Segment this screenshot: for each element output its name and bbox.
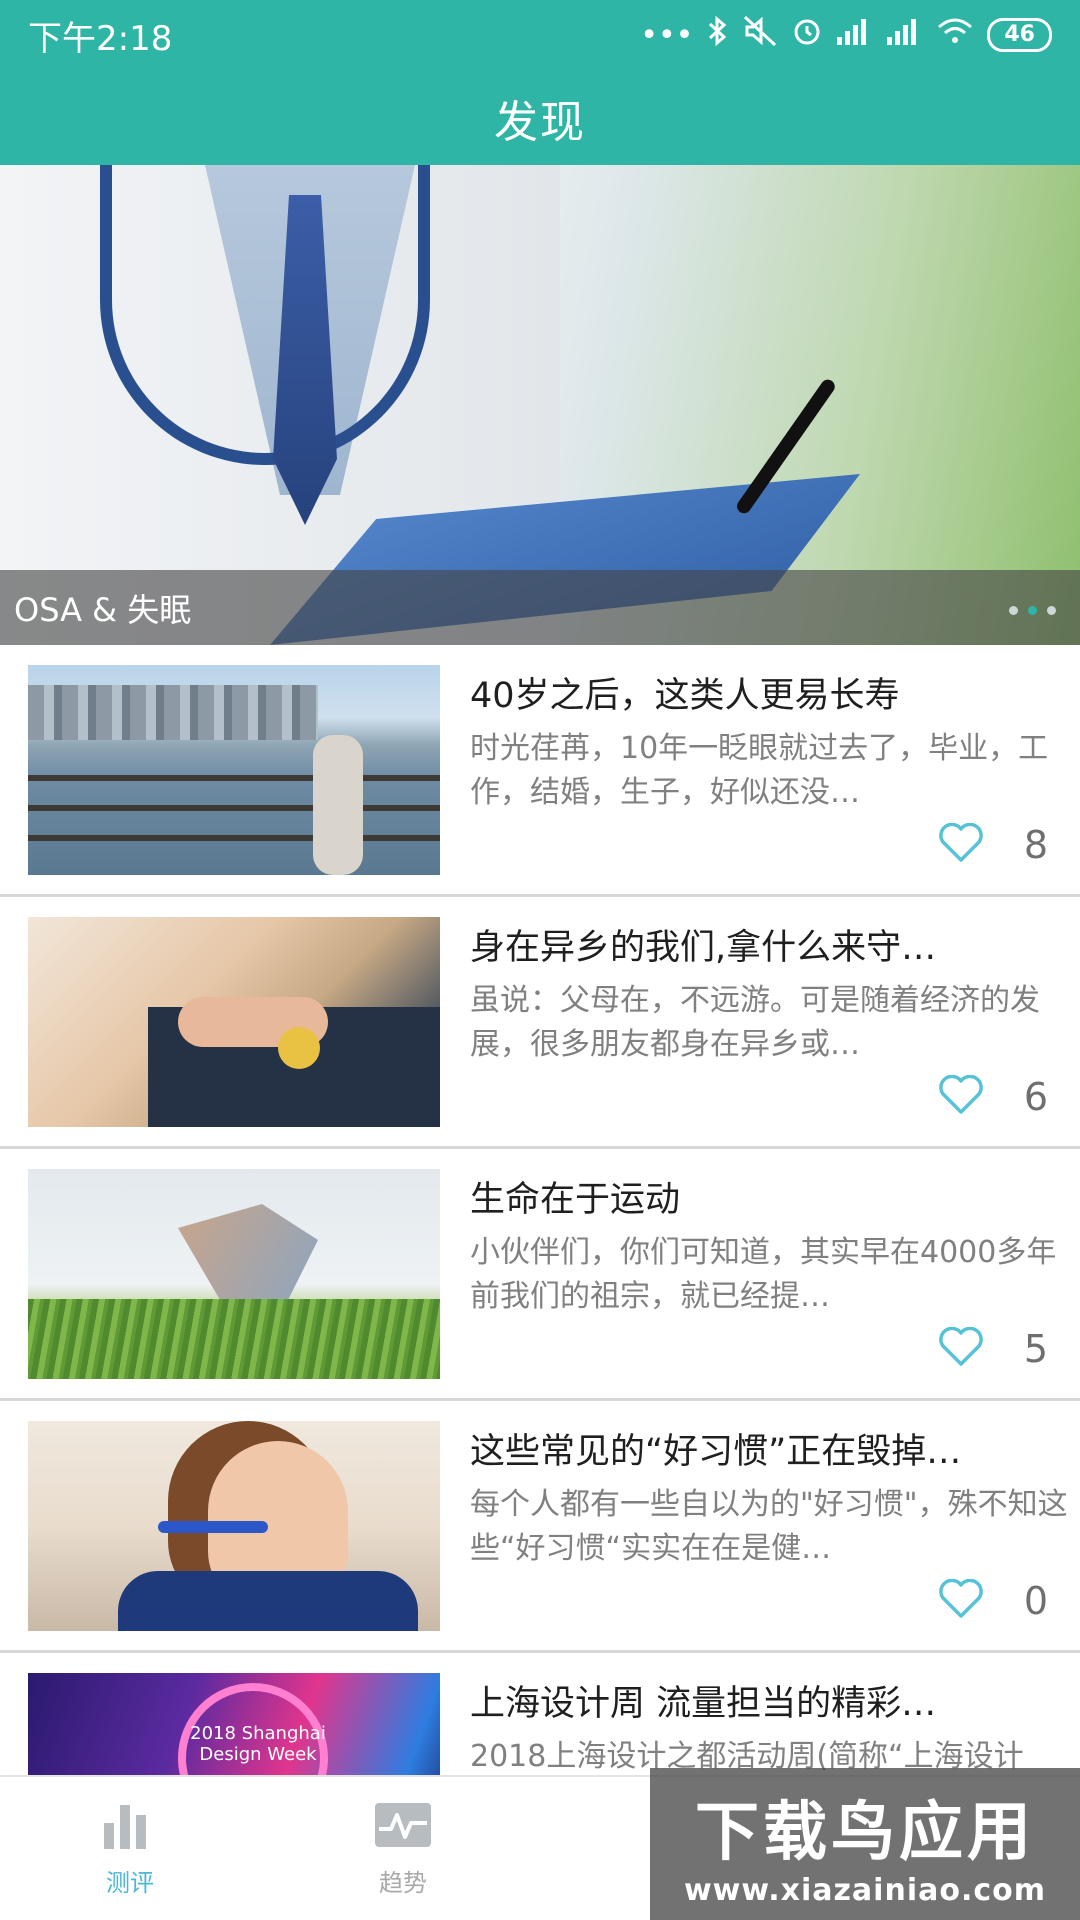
wifi-icon <box>937 17 973 53</box>
article-summary: 每个人都有一些自以为的"好习惯"，殊不知这些“好习惯“实实在在是健… <box>470 1487 1068 1566</box>
tab-label: 趋势 <box>379 1869 427 1897</box>
child-shirt-shape <box>118 1571 418 1631</box>
article-card[interactable]: 生命在于运动 小伙伴们，你们可知道，其实早在4000多年前我们的祖宗，就已经提…… <box>0 1149 1080 1401</box>
article-title[interactable]: 这些常见的“好习惯”正在毁掉… <box>470 1423 1070 1474</box>
bluetooth-icon <box>707 15 729 55</box>
article-title[interactable]: 身在异乡的我们,拿什么来守… <box>470 919 1070 970</box>
page-title: 发现 <box>494 96 586 148</box>
article-summary: 小伙伴们，你们可知道，其实早在4000多年前我们的祖宗，就已经提… <box>470 1235 1057 1314</box>
like-count: 0 <box>1023 1579 1048 1623</box>
article-summary: 虽说：父母在，不远游。可是随着经济的发展，很多朋友都身在异乡或… <box>470 983 1040 1062</box>
header: 发现 <box>0 70 1080 165</box>
article-thumbnail[interactable] <box>28 1421 440 1631</box>
article-card[interactable]: 2018 Shanghai Design Week 上海设计周 流量担当的精彩…… <box>0 1653 1080 1775</box>
signal-icon <box>887 17 923 53</box>
page-indicator <box>1009 606 1056 615</box>
article-card[interactable]: 身在异乡的我们,拿什么来守… 虽说：父母在，不远游。可是随着经济的发展，很多朋友… <box>0 897 1080 1149</box>
tab-evaluation[interactable]: 测评 <box>40 1777 220 1920</box>
page-dot[interactable] <box>1009 606 1018 615</box>
grass-shape <box>28 1299 440 1379</box>
toothbrush-shape <box>158 1521 268 1533</box>
status-time: 下午2:18 <box>28 18 173 59</box>
status-bar: 下午2:18 ••• 46 <box>0 0 1080 70</box>
article-list[interactable]: 40岁之后，这类人更易长寿 时光荏苒，10年一眨眼就过去了，毕业，工作，结婚，生… <box>0 645 1080 1775</box>
page-dot-active[interactable] <box>1028 606 1037 615</box>
article-title[interactable]: 生命在于运动 <box>470 1171 1070 1222</box>
watermark-url: www.xiazainiao.com <box>683 1872 1047 1908</box>
watermark: 下载鸟应用 www.xiazainiao.com <box>650 1768 1080 1920</box>
article-title[interactable]: 上海设计周 流量担当的精彩… <box>470 1675 1070 1726</box>
signal-icon <box>837 17 873 53</box>
thumbnail-text: 2018 Shanghai Design Week <box>190 1723 326 1765</box>
article-card[interactable]: 40岁之后，这类人更易长寿 时光荏苒，10年一眨眼就过去了，毕业，工作，结婚，生… <box>0 645 1080 897</box>
banner-carousel[interactable]: OSA & 失眠 <box>0 165 1080 645</box>
like-count: 6 <box>1023 1075 1048 1119</box>
article-thumbnail[interactable] <box>28 665 440 875</box>
heart-icon[interactable] <box>938 1074 984 1119</box>
like-group[interactable]: 6 <box>938 1074 1048 1119</box>
person-shape <box>313 735 363 875</box>
railing-shape <box>28 775 440 781</box>
tab-trend[interactable]: 趋势 <box>313 1777 493 1920</box>
heart-icon[interactable] <box>938 822 984 867</box>
article-thumbnail[interactable] <box>28 917 440 1127</box>
article-thumbnail[interactable]: 2018 Shanghai Design Week <box>28 1673 440 1775</box>
trend-chart-icon <box>373 1801 433 1853</box>
watermark-title: 下载鸟应用 <box>695 1794 1035 1870</box>
like-group[interactable]: 0 <box>938 1578 1048 1623</box>
banner-caption-bar: OSA & 失眠 <box>0 570 1080 645</box>
mute-icon <box>743 15 777 55</box>
like-group[interactable]: 8 <box>938 822 1048 867</box>
article-summary: 时光荏苒，10年一眨眼就过去了，毕业，工作，结婚，生子，好似还没… <box>470 731 1049 810</box>
ball-shape <box>278 1027 320 1069</box>
page-dot[interactable] <box>1047 606 1056 615</box>
banner-caption: OSA & 失眠 <box>14 590 192 629</box>
alarm-icon <box>791 15 823 55</box>
heart-icon[interactable] <box>938 1578 984 1623</box>
article-title[interactable]: 40岁之后，这类人更易长寿 <box>470 667 1070 718</box>
bar-chart-icon <box>100 1801 160 1853</box>
skyline-shape <box>28 685 318 740</box>
article-thumbnail[interactable] <box>28 1169 440 1379</box>
like-count: 5 <box>1023 1327 1048 1371</box>
like-group[interactable]: 5 <box>938 1326 1048 1371</box>
status-icons: ••• 46 <box>640 15 1052 55</box>
tab-label: 测评 <box>106 1869 154 1897</box>
like-count: 8 <box>1023 823 1048 867</box>
more-dots-icon: ••• <box>640 17 694 53</box>
article-card[interactable]: 这些常见的“好习惯”正在毁掉… 每个人都有一些自以为的"好习惯"，殊不知这些“好… <box>0 1401 1080 1653</box>
heart-icon[interactable] <box>938 1326 984 1371</box>
battery-icon: 46 <box>987 18 1052 52</box>
